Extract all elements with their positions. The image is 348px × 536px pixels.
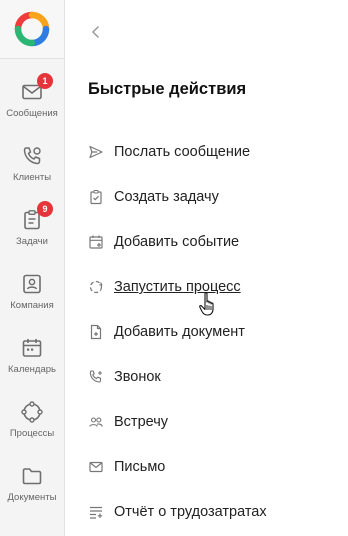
process-cycle-icon	[20, 400, 44, 424]
phone-icon	[20, 144, 44, 168]
action-label: Запустить процесс	[114, 279, 241, 295]
sidebar-item-label: Документы	[7, 492, 57, 503]
action-time-report[interactable]: Отчёт о трудозатратах	[88, 500, 328, 524]
action-letter[interactable]: Письмо	[88, 455, 328, 479]
sidebar-item-processes[interactable]: Процессы	[0, 386, 64, 450]
sidebar: 1 Сообщения Клиенты 9 Задачи Компания Ка…	[0, 0, 65, 536]
document-icon	[88, 324, 104, 340]
action-call[interactable]: Звонок	[88, 365, 328, 389]
sidebar-item-calendar[interactable]: Календарь	[0, 322, 64, 386]
back-button[interactable]	[86, 22, 106, 42]
action-create-task[interactable]: Создать задачу	[88, 185, 328, 209]
event-icon	[88, 234, 104, 250]
sidebar-item-label: Задачи	[16, 236, 48, 247]
unread-badge: 1	[37, 73, 53, 89]
sidebar-item-documents[interactable]: Документы	[0, 450, 64, 514]
action-label: Добавить событие	[114, 234, 240, 250]
send-icon	[88, 144, 104, 160]
action-meeting[interactable]: Встречу	[88, 410, 328, 434]
action-label: Отчёт о трудозатратах	[114, 504, 267, 520]
report-icon	[88, 504, 104, 520]
app-logo[interactable]	[0, 0, 64, 59]
folder-icon	[20, 464, 44, 488]
sidebar-item-messages[interactable]: 1 Сообщения	[0, 66, 64, 130]
action-label: Письмо	[114, 459, 166, 475]
tasks-badge: 9	[37, 201, 53, 217]
action-send-message[interactable]: Послать сообщение	[88, 140, 328, 164]
process-icon	[88, 279, 104, 295]
sidebar-item-label: Компания	[10, 300, 54, 311]
panel-title: Быстрые действия	[88, 80, 247, 98]
action-add-document[interactable]: Добавить документ	[88, 320, 328, 344]
action-label: Встречу	[114, 414, 169, 430]
call-icon	[88, 369, 104, 385]
clipboard-icon: 9	[20, 201, 53, 232]
logo-icon	[14, 11, 50, 47]
sidebar-item-label: Процессы	[9, 428, 55, 439]
action-add-event[interactable]: Добавить событие	[88, 230, 328, 254]
action-label: Создать задачу	[114, 189, 219, 205]
hand-pointer-icon	[199, 292, 214, 316]
sidebar-item-label: Сообщения	[6, 108, 58, 119]
envelope-icon: 1	[20, 73, 53, 104]
action-label: Послать сообщение	[114, 144, 251, 160]
sidebar-item-clients[interactable]: Клиенты	[0, 130, 64, 194]
mail-icon	[88, 459, 104, 475]
chevron-left-icon	[91, 25, 100, 39]
action-label: Добавить документ	[114, 324, 245, 340]
sidebar-item-label: Клиенты	[12, 172, 52, 183]
sidebar-item-label: Календарь	[8, 364, 56, 375]
calendar-icon	[20, 336, 44, 360]
company-icon	[20, 272, 44, 296]
task-icon	[88, 189, 104, 205]
sidebar-item-tasks[interactable]: 9 Задачи	[0, 194, 64, 258]
action-label: Звонок	[114, 369, 161, 385]
meeting-icon	[88, 414, 104, 430]
sidebar-item-company[interactable]: Компания	[0, 258, 64, 322]
